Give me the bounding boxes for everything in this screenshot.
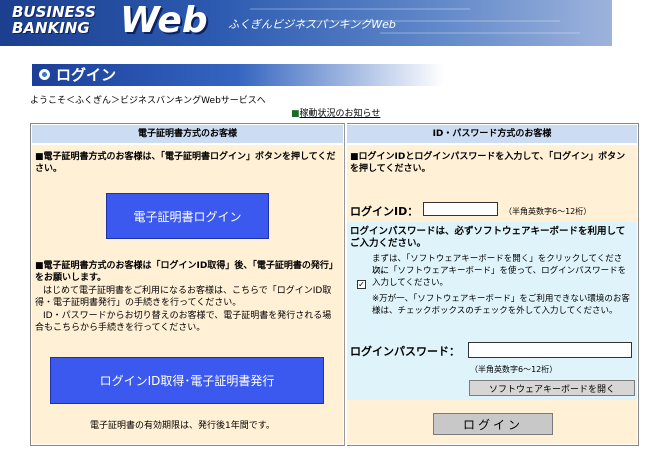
login-id-hint: （半角英数字6～12桁） [504, 207, 592, 216]
open-software-keyboard-button[interactable]: ソフトウェアキーボードを開く [469, 380, 635, 396]
logo: BUSINESS BANKING [12, 4, 124, 36]
header-banner: BUSINESS BANKING Web ふくぎんビジネスバンキングWeb [0, 0, 612, 46]
password-input[interactable] [468, 342, 632, 358]
cert-login-button[interactable]: 電子証明書ログイン [106, 193, 269, 239]
password-hint: （半角英数字6～12桁） [470, 365, 558, 374]
circle-bullet-icon [39, 69, 50, 80]
login-id-input[interactable] [423, 202, 498, 216]
login-button[interactable]: ログイン [433, 413, 553, 435]
right-column-header: ID・パスワード方式のお客様 [347, 125, 637, 143]
validity-note: 電子証明書の有効期限は、発行後1年間です。 [90, 421, 275, 431]
banner-subtitle: ふくぎんビジネスバンキングWeb [228, 18, 396, 31]
cert-instruction: ■電子証明書方式のお客様は、「電子証明書ログイン」ボタンを押してください。 [35, 152, 336, 174]
issue-cert-button[interactable]: ログインID取得･電子証明書発行 [50, 357, 324, 404]
issue-paragraph-1: はじめて電子証明書をご利用になるお客様は、こちらで「ログインID取得・電子証明書… [35, 286, 332, 308]
id-instruction: ■ログインIDとログインパスワードを入力して、「ログイン」ボタンを押してください… [350, 152, 626, 174]
logo-line-business: BUSINESS [12, 3, 96, 21]
password-label: ログインパスワード： [350, 345, 460, 358]
logo-line-banking: BANKING [12, 19, 90, 37]
issue-paragraph-2: ID・パスワードからお切り替えのお客様で、電子証明書を発行される場合もこちらから… [35, 311, 332, 333]
keyboard-step-2: 次に「ソフトウェアキーボード」を使って、ログインパスワードを入力してください。 [372, 266, 627, 288]
notice-bullet: ■ [291, 109, 300, 119]
page-title: ログイン [56, 66, 117, 84]
notice-link-text[interactable]: 稼動状況のお知らせ [300, 109, 381, 119]
left-column-header: 電子証明書方式のお客様 [32, 125, 343, 143]
login-id-label: ログインID： [350, 205, 419, 218]
page-title-bar: ログイン [32, 64, 444, 86]
use-keyboard-checkbox[interactable]: ✓ [357, 280, 366, 289]
keyboard-title: ログインパスワードは、必ずソフトウェアキーボードを利用してご入力ください。 [350, 226, 626, 249]
logo-web: Web [120, 0, 208, 41]
keyboard-fallback-note: ※万が一、「ソフトウェアキーボード」をご利用できない環境のお客様は、チェックボッ… [372, 294, 630, 316]
welcome-text: ようこそ＜ふくぎん＞ビジネスバンキングWebサービスへ [30, 96, 266, 106]
issue-title: ■電子証明書方式のお客様は「ログインID取得」後、「電子証明書の発行」をお願いし… [35, 261, 334, 283]
status-notice-link[interactable]: ■稼動状況のお知らせ [291, 109, 380, 120]
